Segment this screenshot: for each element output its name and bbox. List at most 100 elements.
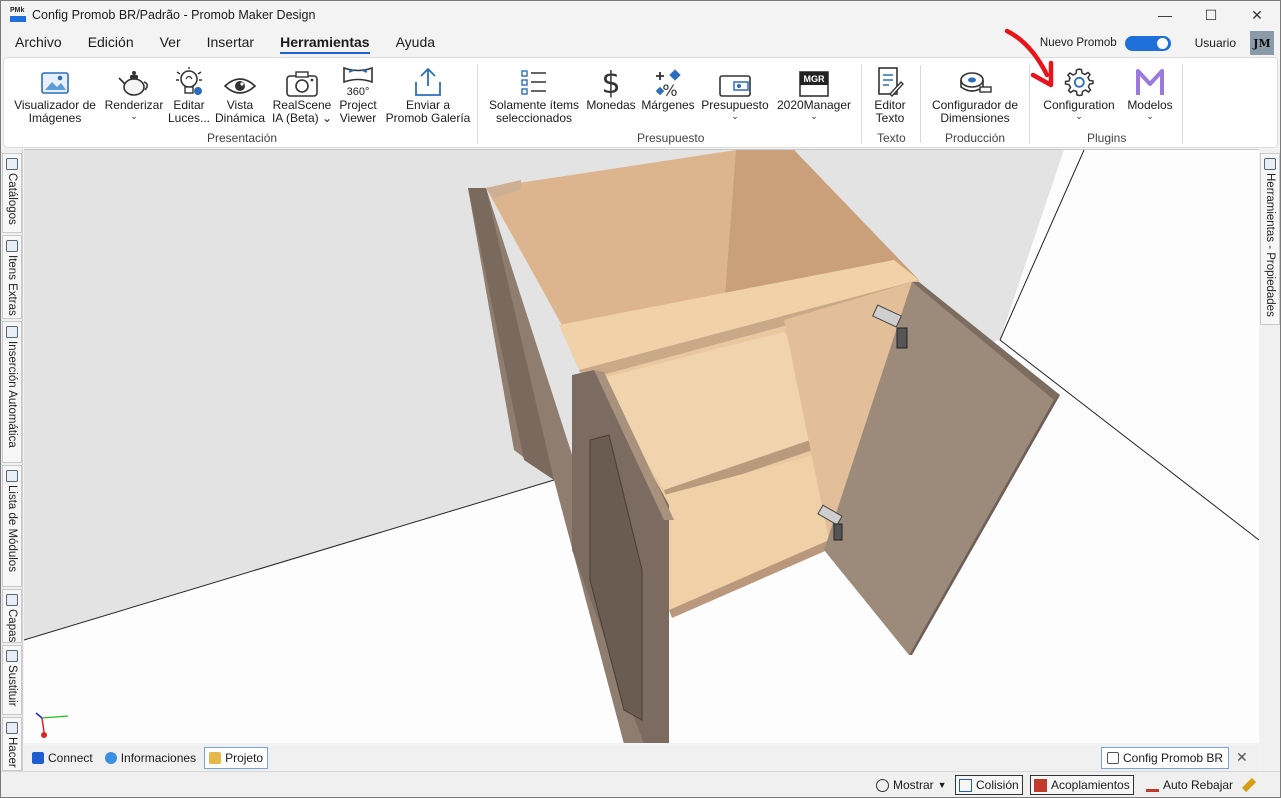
- tools-status-icon[interactable]: [1241, 775, 1259, 795]
- tab-edicion[interactable]: Edición: [75, 29, 147, 57]
- manager-button[interactable]: MGR 2020Manager ⌄: [774, 64, 854, 121]
- user-menu[interactable]: Usuario: [1195, 36, 1236, 50]
- side-tab-hacer[interactable]: Hacer: [2, 717, 22, 771]
- auto-rebajar-toggle[interactable]: Auto Rebajar: [1143, 775, 1236, 795]
- chevron-down-icon: ⌄: [1075, 111, 1083, 121]
- enviar-label-2: Promob Galería: [385, 111, 471, 125]
- document-tab[interactable]: Config Promob BR: [1101, 747, 1230, 769]
- side-tab-sustituir[interactable]: Sustituir: [2, 645, 22, 715]
- panorama-360-text: 360°: [347, 86, 370, 98]
- avatar[interactable]: JM: [1250, 31, 1274, 55]
- side-tab-capas[interactable]: Capas: [2, 589, 22, 643]
- side-tab-catalogos[interactable]: Catálogos: [2, 153, 22, 233]
- minimize-button[interactable]: —: [1142, 1, 1188, 29]
- group-separator: [920, 65, 921, 143]
- presupuesto-button[interactable]: Presupuesto ⌄: [700, 64, 770, 121]
- margenes-button[interactable]: % Márgenes: [640, 64, 696, 112]
- wrench-icon: [1241, 777, 1257, 793]
- solamente-label-2: seleccionados: [495, 111, 573, 125]
- side-tab-sustituir-label: Sustituir: [6, 665, 18, 707]
- svg-text:$: $: [601, 66, 620, 98]
- app-logo-icon: PMk: [10, 7, 26, 23]
- enviar-galeria-button[interactable]: Enviar a Promob Galería: [382, 64, 474, 125]
- tab-herramientas[interactable]: Herramientas: [267, 29, 383, 57]
- bottom-tab-bar: Connect Informaciones Projeto Config Pro…: [24, 745, 1259, 771]
- modelos-m-icon: [1134, 64, 1166, 98]
- tab-ver[interactable]: Ver: [147, 29, 194, 57]
- tab-herramientas-label: Herramientas: [280, 34, 370, 54]
- side-tab-lista-modulos[interactable]: Lista de Módulos: [2, 465, 22, 587]
- side-tab-capas-label: Capas: [6, 608, 18, 642]
- chevron-down-icon: ⌄: [810, 111, 818, 121]
- status-bar: Mostrar ▼ Colisión Acoplamientos Auto Re…: [1, 771, 1280, 797]
- project-viewer-label-2: Viewer: [339, 111, 377, 125]
- visualizador-label-2: Imágenes: [28, 111, 82, 125]
- colision-toggle[interactable]: Colisión: [955, 775, 1023, 795]
- svg-text:%: %: [662, 81, 677, 98]
- action-icon: [6, 722, 18, 734]
- checklist-icon: [519, 64, 549, 98]
- group-presentacion-label: Presentación: [207, 131, 278, 145]
- tab-archivo[interactable]: Archivo: [1, 29, 75, 57]
- mostrar-label: Mostrar: [893, 778, 934, 792]
- mgr-icon: MGR: [798, 64, 830, 98]
- group-separator: [861, 65, 862, 143]
- rss-icon: [32, 752, 44, 764]
- side-tab-insercion-automatica[interactable]: Inserción Automática: [2, 321, 22, 463]
- globe-icon: [104, 752, 117, 764]
- folder-icon: [209, 752, 222, 764]
- scene-canvas[interactable]: [24, 150, 1259, 743]
- camera-icon: [285, 64, 319, 98]
- group-produccion-label: Producción: [945, 131, 1006, 145]
- eye-icon: [223, 64, 257, 98]
- nuevo-promob-toggle[interactable]: [1124, 35, 1171, 51]
- tab-ayuda[interactable]: Ayuda: [383, 29, 448, 57]
- vista-dinamica-button[interactable]: Vista Dinámica: [212, 64, 268, 125]
- chevron-down-icon: ⌄: [731, 111, 739, 121]
- red-arrow-annotation: [1004, 28, 1054, 88]
- app-window: PMk Config Promob BR/Padrão - Promob Mak…: [0, 0, 1281, 798]
- monedas-button[interactable]: $ Monedas: [584, 64, 638, 112]
- mostrar-dropdown[interactable]: Mostrar ▼: [873, 775, 950, 795]
- 3d-viewport[interactable]: [24, 149, 1259, 743]
- vista-dinamica-label-2: Dinámica: [214, 111, 265, 125]
- group-presupuesto-label: Presupuesto: [637, 131, 705, 145]
- monedas-label: Monedas: [586, 98, 636, 112]
- image-viewer-icon: [40, 64, 70, 98]
- tab-insertar[interactable]: Insertar: [194, 29, 267, 57]
- project-viewer-button[interactable]: 360° Project Viewer: [334, 64, 382, 125]
- modelos-button[interactable]: Modelos ⌄: [1122, 64, 1178, 121]
- realscene-button[interactable]: RealScene IA (Beta) ⌄: [270, 64, 334, 125]
- link-icon: [6, 326, 18, 338]
- dollar-icon: $: [599, 64, 623, 98]
- tab-informaciones[interactable]: Informaciones: [101, 747, 200, 769]
- editor-texto-button[interactable]: Editor Texto: [868, 64, 912, 125]
- acoplamientos-toggle[interactable]: Acoplamientos: [1030, 775, 1134, 795]
- caret-down-icon: ▼: [937, 780, 947, 790]
- lightbulb-icon: [174, 64, 204, 98]
- lower-icon: [1146, 779, 1159, 792]
- side-tab-herramientas-propiedades[interactable]: Herramientas - Propiedades: [1260, 153, 1280, 325]
- close-button[interactable]: ✕: [1234, 1, 1280, 29]
- upload-icon: [413, 64, 443, 98]
- ribbon: Visualizador de Imágenes Renderizar ⌄ Ed…: [3, 57, 1278, 148]
- glasses-icon: [876, 778, 889, 792]
- catalog-icon: [6, 158, 18, 170]
- side-tab-insercion-label: Inserción Automática: [6, 341, 18, 448]
- tape-measure-icon: [958, 64, 992, 98]
- visualizador-imagenes-button[interactable]: Visualizador de Imágenes: [12, 64, 98, 125]
- maximize-button[interactable]: ☐: [1188, 1, 1234, 29]
- close-tab-icon[interactable]: ✕: [1236, 749, 1248, 766]
- coupling-icon: [1034, 778, 1047, 792]
- renderizar-button[interactable]: Renderizar ⌄: [104, 64, 164, 121]
- right-side-panel: Herramientas - Propiedades: [1260, 149, 1280, 773]
- auto-rebajar-label: Auto Rebajar: [1163, 778, 1234, 792]
- chevron-down-icon: ⌄: [130, 111, 138, 121]
- side-tab-herramientas-label: Herramientas - Propiedades: [1264, 173, 1276, 317]
- tab-connect[interactable]: Connect: [28, 747, 97, 769]
- editar-luces-button[interactable]: Editar Luces...: [167, 64, 211, 125]
- side-tab-itens-extras[interactable]: Itens Extras: [2, 235, 22, 319]
- side-tab-hacer-label: Hacer: [6, 737, 18, 768]
- tab-projeto[interactable]: Projeto: [204, 747, 269, 769]
- solamente-items-button[interactable]: Solamente ítems seleccionados: [486, 64, 582, 125]
